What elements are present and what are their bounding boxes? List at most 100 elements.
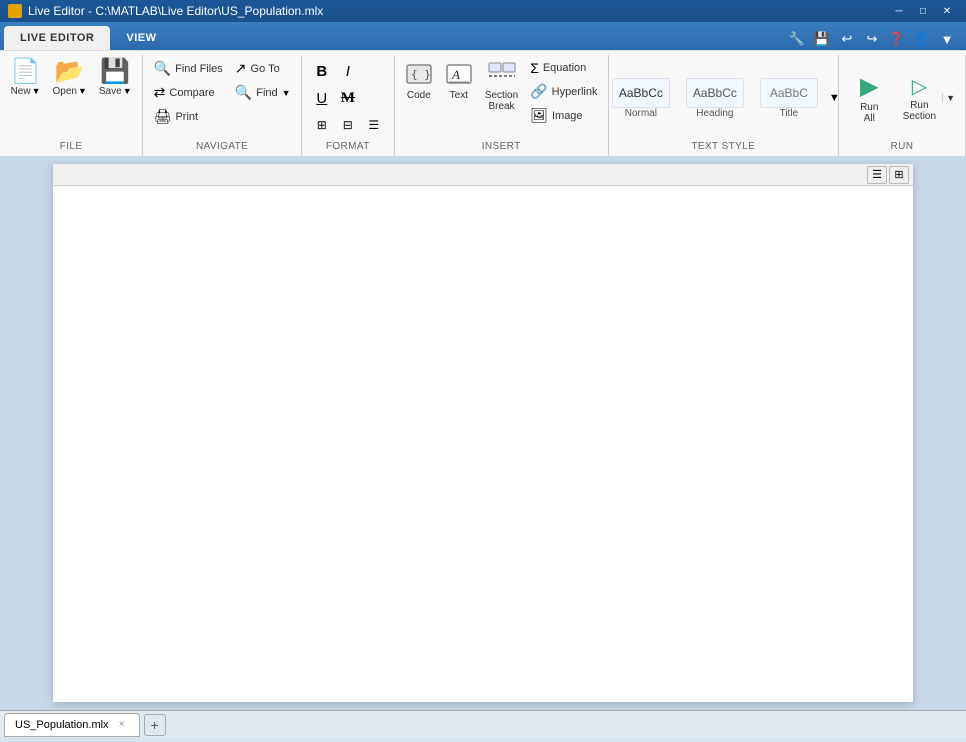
insert-right-col: Σ Equation 🔗 Hyperlink 🖼 Image bbox=[525, 57, 602, 127]
run-section-label: Run Section bbox=[903, 100, 936, 122]
save-label: Save bbox=[99, 86, 122, 97]
editor-page: ☰ ⊞ bbox=[53, 164, 913, 702]
qa-options-button[interactable]: 🔧 bbox=[786, 28, 808, 50]
qa-dropdown-button[interactable]: ▼ bbox=[936, 28, 958, 50]
section-break-label: SectionBreak bbox=[485, 90, 518, 112]
heading-text: AaBbCc bbox=[693, 86, 737, 100]
format-row1: B I bbox=[310, 59, 386, 83]
qa-redo-button[interactable]: ↪ bbox=[861, 28, 883, 50]
decrease-indent-button[interactable]: ⊟ bbox=[336, 113, 360, 137]
new-icon: 📄 bbox=[11, 60, 41, 84]
save-dropdown-arrow: ▼ bbox=[123, 86, 132, 96]
strikethrough-button[interactable]: M bbox=[336, 86, 360, 110]
compare-label: Compare bbox=[169, 87, 214, 99]
run-all-label: Run All bbox=[854, 102, 885, 124]
ribbon-group-run: ▶ Run All ▷ Run Section ▼ RUN bbox=[839, 55, 966, 156]
qa-undo-button[interactable]: ↩ bbox=[836, 28, 858, 50]
new-tab-button[interactable]: + bbox=[144, 714, 166, 736]
find-button[interactable]: 🔍 Find ▼ bbox=[230, 81, 296, 104]
style-items: AaBbCc Normal AaBbCc Heading AaBbC Ti bbox=[601, 75, 846, 122]
navigate-group-content: 🔍 Find Files ⇄ Compare 🖨 Print ↗ Go To bbox=[149, 57, 296, 139]
save-button[interactable]: 💾 Save ▼ bbox=[94, 57, 137, 100]
section-break-button[interactable]: SectionBreak bbox=[480, 57, 523, 115]
format-row3: ⊞ ⊟ ☰ bbox=[310, 113, 386, 137]
text-style-content: AaBbCc Normal AaBbCc Heading AaBbC Ti bbox=[615, 57, 832, 139]
editor-content[interactable] bbox=[53, 186, 913, 646]
heading-label: Heading bbox=[696, 108, 733, 119]
find-files-icon: 🔍 bbox=[154, 60, 171, 77]
text-button[interactable]: A Text bbox=[440, 57, 478, 104]
italic-button[interactable]: I bbox=[336, 59, 360, 83]
insert-group-content: { } Code A Text bbox=[400, 57, 603, 139]
format-group-label: FORMAT bbox=[308, 139, 387, 154]
style-normal[interactable]: AaBbCc Normal bbox=[605, 75, 677, 122]
file-tab-close[interactable]: × bbox=[115, 718, 129, 732]
underline-button[interactable]: U bbox=[310, 86, 334, 110]
heading-preview: AaBbCc bbox=[686, 78, 744, 108]
image-icon: 🖼 bbox=[530, 107, 548, 124]
save-icon: 💾 bbox=[100, 60, 130, 84]
style-title[interactable]: AaBbC Title bbox=[753, 75, 825, 122]
navigate-buttons2: ↗ Go To 🔍 Find ▼ bbox=[230, 57, 296, 104]
format-group-content: B I U M ⊞ ⊟ ☰ bbox=[308, 57, 388, 139]
tab-view[interactable]: VIEW bbox=[110, 26, 172, 50]
ribbon-tab-bar: LIVE EDITOR VIEW 🔧 💾 ↩ ↪ ❓ 👤 ▼ bbox=[0, 22, 966, 50]
qa-save-button[interactable]: 💾 bbox=[811, 28, 833, 50]
print-icon: 🖨 bbox=[154, 108, 172, 125]
new-dropdown-arrow: ▼ bbox=[32, 86, 41, 96]
qa-community-button[interactable]: 👤 bbox=[911, 28, 933, 50]
ribbon-group-text-style: AaBbCc Normal AaBbCc Heading AaBbC Ti bbox=[609, 55, 839, 156]
format-buttons: B I U M ⊞ ⊟ ☰ bbox=[308, 57, 388, 139]
ribbon-group-insert: { } Code A Text bbox=[395, 55, 609, 156]
compare-button[interactable]: ⇄ Compare bbox=[149, 81, 228, 104]
open-button[interactable]: 📂 Open ▼ bbox=[48, 57, 92, 100]
run-section-dropdown[interactable]: ▼ bbox=[942, 93, 958, 103]
print-button[interactable]: 🖨 Print bbox=[149, 105, 228, 128]
run-section-button[interactable]: ▷ Run Section ▼ bbox=[896, 69, 959, 127]
title-preview: AaBbC bbox=[760, 78, 818, 108]
file-group-label: FILE bbox=[6, 139, 136, 154]
file-tab-us-population[interactable]: US_Population.mlx × bbox=[4, 713, 140, 737]
find-files-button[interactable]: 🔍 Find Files bbox=[149, 57, 228, 80]
view-toggle-btn1[interactable]: ☰ bbox=[867, 166, 887, 184]
open-label: Open bbox=[53, 86, 77, 97]
hyperlink-button[interactable]: 🔗 Hyperlink bbox=[525, 80, 602, 103]
editor-area: ☰ ⊞ bbox=[0, 156, 966, 710]
find-label: Find bbox=[256, 87, 277, 99]
close-button[interactable]: ✕ bbox=[936, 2, 958, 20]
quick-access-toolbar: 🔧 💾 ↩ ↪ ❓ 👤 ▼ bbox=[786, 28, 966, 50]
section-break-icon bbox=[487, 60, 517, 88]
code-button[interactable]: { } Code bbox=[400, 57, 438, 104]
tab-live-editor[interactable]: LIVE EDITOR bbox=[4, 26, 110, 50]
bold-button[interactable]: B bbox=[310, 59, 334, 83]
find-dropdown-arrow: ▼ bbox=[282, 88, 291, 98]
go-to-label: Go To bbox=[251, 63, 280, 75]
qa-help-button[interactable]: ❓ bbox=[886, 28, 908, 50]
file-group-content: 📄 New ▼ 📂 Open ▼ 💾 Save ▼ bbox=[6, 57, 137, 139]
normal-preview: AaBbCc bbox=[612, 78, 670, 108]
run-group-label: RUN bbox=[845, 139, 959, 154]
editor-toolbar-strip: ☰ ⊞ bbox=[53, 164, 913, 186]
go-to-icon: ↗ bbox=[235, 60, 247, 77]
equation-button[interactable]: Σ Equation bbox=[525, 57, 602, 79]
hyperlink-label: Hyperlink bbox=[552, 86, 598, 98]
maximize-button[interactable]: □ bbox=[912, 2, 934, 20]
format-row2: U M bbox=[310, 86, 386, 110]
run-all-button[interactable]: ▶ Run All bbox=[845, 67, 894, 129]
svg-text:A: A bbox=[451, 67, 460, 82]
view-toggle-btn2[interactable]: ⊞ bbox=[889, 166, 909, 184]
style-heading[interactable]: AaBbCc Heading bbox=[679, 75, 751, 122]
increase-indent-button[interactable]: ⊞ bbox=[310, 113, 334, 137]
run-section-main: ▷ Run Section bbox=[897, 70, 942, 126]
minimize-button[interactable]: ─ bbox=[888, 2, 910, 20]
title-text: AaBbC bbox=[770, 86, 808, 100]
bottom-tab-bar: US_Population.mlx × + bbox=[0, 710, 966, 738]
go-to-button[interactable]: ↗ Go To bbox=[230, 57, 296, 80]
ribbon-group-file: 📄 New ▼ 📂 Open ▼ 💾 Save ▼ bbox=[0, 55, 143, 156]
app-icon bbox=[8, 4, 22, 18]
list-button[interactable]: ☰ bbox=[362, 113, 386, 137]
normal-text: AaBbCc bbox=[619, 86, 663, 100]
new-button[interactable]: 📄 New ▼ bbox=[6, 57, 46, 100]
insert-group-label: INSERT bbox=[401, 139, 602, 154]
image-button[interactable]: 🖼 Image bbox=[525, 104, 602, 127]
